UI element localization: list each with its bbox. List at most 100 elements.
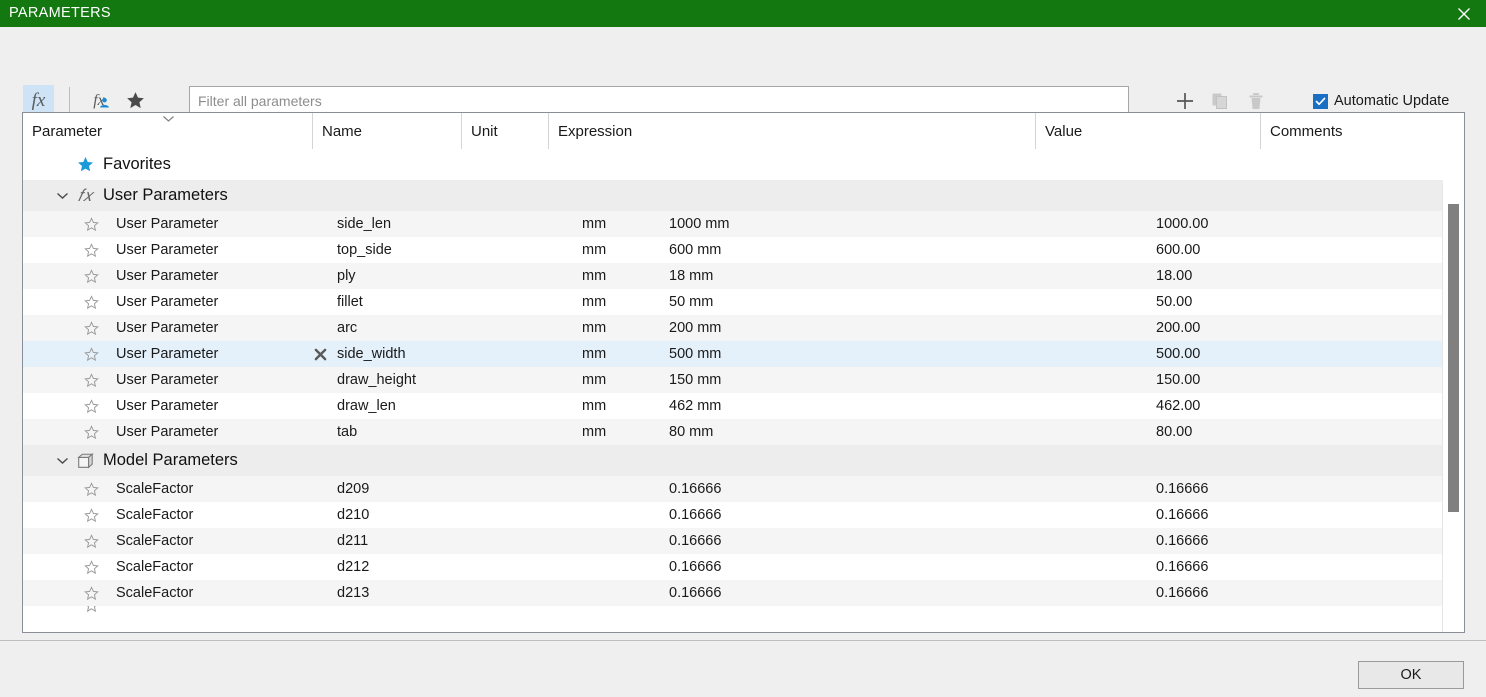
favorite-star-icon[interactable] (23, 268, 107, 284)
favorite-star-icon[interactable] (23, 559, 107, 575)
cell-parameter: User Parameter (116, 346, 219, 362)
cell-parameter: User Parameter (116, 216, 219, 232)
column-header-parameter[interactable]: Parameter (23, 113, 313, 149)
cell-expression[interactable]: 18 mm (663, 268, 1150, 284)
chevron-down-icon (161, 114, 175, 123)
favorite-star-icon[interactable] (23, 507, 107, 523)
favorite-star-icon[interactable] (23, 606, 107, 613)
cell-name: top_side (337, 242, 392, 258)
favorite-star-icon[interactable] (23, 346, 107, 362)
cell-value: 0.16666 (1156, 559, 1209, 575)
column-header-unit[interactable]: Unit (462, 113, 549, 149)
page-title: PARAMETERS (9, 5, 111, 21)
table-row[interactable]: User Parameter ply mm 18 mm 18.00 (23, 263, 1443, 289)
favorite-star-icon[interactable] (23, 372, 107, 388)
favorite-star-icon[interactable] (23, 242, 107, 258)
cell-name: d210 (337, 507, 370, 523)
cell-name: arc (337, 320, 358, 336)
group-row-user-parameters[interactable]: 𝑓𝑥 User Parameters (23, 180, 1443, 211)
table-row-selected[interactable]: User Parameter side_width mm 500 mm 500.… (23, 341, 1443, 367)
cell-expression[interactable]: 150 mm (663, 372, 1150, 388)
column-header-value[interactable]: Value (1036, 113, 1261, 149)
table-row[interactable]: User Parameter fillet mm 50 mm 50.00 (23, 289, 1443, 315)
column-header-value-label: Value (1045, 122, 1083, 140)
cell-unit: mm (582, 268, 607, 284)
cell-value: 200.00 (1156, 320, 1201, 336)
cell-expression[interactable]: 0.16666 (663, 559, 1150, 575)
favorite-star-icon[interactable] (23, 398, 107, 414)
column-header-expression[interactable]: Expression (549, 113, 1036, 149)
automatic-update-toggle[interactable]: Automatic Update (1313, 90, 1449, 112)
cell-expression[interactable]: 500 mm (663, 346, 1150, 362)
column-header-name-label: Name (322, 122, 363, 140)
cell-parameter: ScaleFactor (116, 585, 194, 601)
cell-value: 600.00 (1156, 242, 1201, 258)
favorite-star-icon[interactable] (23, 481, 107, 497)
favorite-star-icon[interactable] (23, 320, 107, 336)
cell-name: d209 (337, 481, 370, 497)
group-row-model-parameters[interactable]: Model Parameters (23, 445, 1443, 476)
toolbar-divider (69, 87, 70, 115)
cell-expression[interactable]: 1000 mm (663, 216, 1150, 232)
table-row-partial[interactable] (23, 606, 1443, 618)
cell-expression[interactable]: 0.16666 (663, 533, 1150, 549)
table-row[interactable]: User Parameter draw_height mm 150 mm 150… (23, 367, 1443, 393)
vertical-scrollbar[interactable] (1442, 185, 1464, 632)
cell-value: 500.00 (1156, 346, 1201, 362)
group-row-favorites[interactable]: Favorites (23, 149, 1443, 180)
cell-expression[interactable]: 200 mm (663, 320, 1150, 336)
table-row[interactable]: User Parameter arc mm 200 mm 200.00 (23, 315, 1443, 341)
column-header-comments[interactable]: Comments (1261, 113, 1464, 149)
vertical-scrollbar-thumb[interactable] (1448, 204, 1459, 512)
cell-expression[interactable]: 0.16666 (663, 507, 1150, 523)
chevron-down-icon[interactable] (51, 192, 73, 200)
table-row[interactable]: ScaleFactor d211 0.16666 0.16666 (23, 528, 1443, 554)
cell-expression[interactable]: 0.16666 (663, 481, 1150, 497)
chevron-down-icon[interactable] (51, 457, 73, 465)
favorite-star-icon[interactable] (23, 585, 107, 601)
cell-value: 0.16666 (1156, 533, 1209, 549)
cell-expression[interactable]: 80 mm (663, 424, 1150, 440)
column-header-name[interactable]: Name (313, 113, 462, 149)
cell-name: side_len (337, 216, 392, 232)
title-bar: PARAMETERS (0, 0, 1486, 27)
cell-expression[interactable]: 50 mm (663, 294, 1150, 310)
cell-unit: mm (582, 398, 607, 414)
ok-button[interactable]: OK (1358, 661, 1464, 689)
favorite-star-icon[interactable] (23, 294, 107, 310)
favorite-star-icon[interactable] (23, 533, 107, 549)
table-row[interactable]: ScaleFactor d212 0.16666 0.16666 (23, 554, 1443, 580)
table-row[interactable]: User Parameter side_len mm 1000 mm 1000.… (23, 211, 1443, 237)
cell-value: 150.00 (1156, 372, 1201, 388)
add-parameter-button[interactable] (1171, 87, 1199, 115)
delete-parameter-button[interactable] (1242, 87, 1270, 115)
automatic-update-checkbox[interactable] (1313, 93, 1328, 109)
favorite-star-icon[interactable] (23, 424, 107, 440)
favorite-star-icon[interactable] (23, 216, 107, 232)
search-input[interactable] (189, 86, 1129, 115)
cell-name: side_width (337, 346, 406, 362)
cell-expression[interactable]: 0.16666 (663, 585, 1150, 601)
copy-parameter-button[interactable] (1206, 87, 1234, 115)
close-icon[interactable] (1442, 0, 1486, 27)
cell-expression[interactable]: 600 mm (663, 242, 1150, 258)
cell-name: fillet (337, 294, 363, 310)
cell-parameter: User Parameter (116, 372, 219, 388)
table-row[interactable]: User Parameter tab mm 80 mm 80.00 (23, 419, 1443, 445)
cell-name: ply (337, 268, 356, 284)
automatic-update-label: Automatic Update (1334, 93, 1450, 109)
cell-name: tab (337, 424, 358, 440)
cell-unit: mm (582, 294, 607, 310)
table-row[interactable]: ScaleFactor d209 0.16666 0.16666 (23, 476, 1443, 502)
cell-expression[interactable]: 462 mm (663, 398, 1150, 414)
cell-parameter: User Parameter (116, 268, 219, 284)
table-row[interactable]: User Parameter top_side mm 600 mm 600.00 (23, 237, 1443, 263)
table-row[interactable]: ScaleFactor d210 0.16666 0.16666 (23, 502, 1443, 528)
cell-value: 0.16666 (1156, 585, 1209, 601)
cell-value: 462.00 (1156, 398, 1201, 414)
cell-name: d211 (337, 533, 369, 549)
table-row[interactable]: ScaleFactor d213 0.16666 0.16666 (23, 580, 1443, 606)
cell-parameter: ScaleFactor (116, 481, 194, 497)
table-row[interactable]: User Parameter draw_len mm 462 mm 462.00 (23, 393, 1443, 419)
fx-icon: fx (31, 90, 46, 111)
